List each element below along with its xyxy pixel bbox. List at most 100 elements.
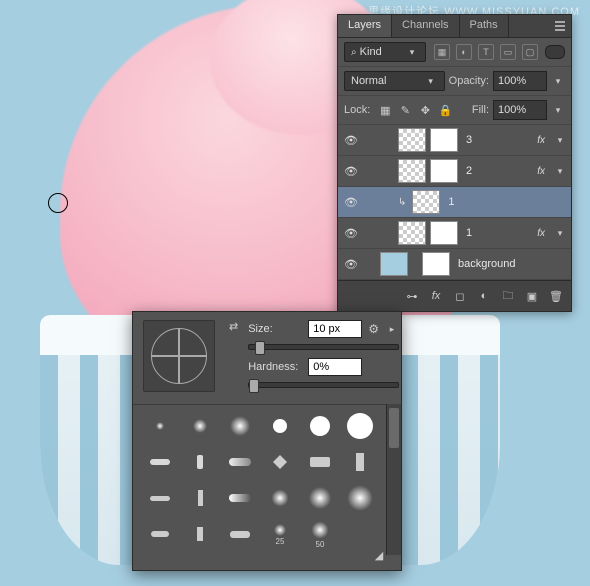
filter-shape-icon[interactable]: ▭	[500, 44, 516, 60]
panel-menu-icon[interactable]	[549, 15, 571, 37]
layer-name-label[interactable]: 1	[466, 227, 472, 239]
blend-mode-dropdown[interactable]: Normal ▾	[344, 71, 445, 91]
size-label: Size:	[248, 323, 302, 335]
brush-preset-size-label: 25	[276, 537, 285, 546]
brush-preset[interactable]	[141, 481, 179, 515]
layer-group-icon[interactable]: 🗀	[501, 289, 515, 303]
brush-preset[interactable]	[301, 409, 339, 443]
layer-row[interactable]: 👁 2 fx ▾	[338, 156, 571, 187]
panel-tabs: Layers Channels Paths	[338, 15, 571, 38]
tab-channels[interactable]: Channels	[392, 15, 459, 37]
brush-preset[interactable]: 50	[301, 517, 339, 551]
lock-position-icon[interactable]: ✥	[418, 103, 432, 117]
brush-preset[interactable]	[141, 445, 179, 479]
fill-input[interactable]: 100%	[493, 100, 547, 120]
layers-panel-footer: ⊶ fx ◻ ◐ 🗀 ▣ 🗑	[338, 280, 571, 311]
layer-name-label[interactable]: 1	[448, 196, 454, 208]
layer-thumbnail[interactable]	[398, 221, 426, 245]
brush-preset[interactable]	[301, 481, 339, 515]
brush-preset[interactable]	[341, 481, 379, 515]
filter-row: ⌕ Kind ▾ ▦ ◐ T ▭ ▢	[338, 38, 571, 67]
filter-type-icon[interactable]: T	[478, 44, 494, 60]
visibility-toggle-icon[interactable]: 👁	[342, 255, 360, 273]
fill-dropdown-icon[interactable]: ▾	[551, 103, 565, 117]
brush-settings-gear-icon[interactable]: ⚙	[368, 322, 379, 336]
brush-preset[interactable]	[141, 409, 179, 443]
layer-name-label[interactable]: background	[458, 258, 516, 270]
visibility-toggle-icon[interactable]: 👁	[342, 131, 360, 149]
new-layer-icon[interactable]: ▣	[525, 289, 539, 303]
fx-expand-icon[interactable]: ▾	[553, 226, 567, 240]
brush-preset[interactable]	[221, 445, 259, 479]
brush-preset[interactable]	[301, 445, 339, 479]
layer-fx-badge[interactable]: fx	[537, 166, 545, 177]
brush-preset[interactable]	[261, 409, 299, 443]
layer-row[interactable]: 👁 ↳ 1	[338, 187, 571, 218]
fx-expand-icon[interactable]: ▾	[553, 164, 567, 178]
brush-preset[interactable]	[341, 445, 379, 479]
hardness-slider[interactable]	[248, 382, 399, 388]
scrollbar-thumb[interactable]	[389, 408, 399, 448]
brush-preset[interactable]	[181, 445, 219, 479]
opacity-dropdown-icon[interactable]: ▾	[551, 74, 565, 88]
visibility-toggle-icon[interactable]: 👁	[342, 224, 360, 242]
filter-adjust-icon[interactable]: ◐	[456, 44, 472, 60]
layer-name-label[interactable]: 3	[466, 134, 472, 146]
layer-mask-thumbnail[interactable]	[422, 252, 450, 276]
layer-thumbnail[interactable]	[380, 252, 408, 276]
brush-preset[interactable]	[261, 445, 299, 479]
lock-transparent-icon[interactable]: ▦	[378, 103, 392, 117]
layers-panel: Layers Channels Paths ⌕ Kind ▾ ▦ ◐ T ▭ ▢…	[337, 14, 572, 312]
filter-smart-icon[interactable]: ▢	[522, 44, 538, 60]
brush-preset[interactable]	[261, 481, 299, 515]
layer-fx-badge[interactable]: fx	[537, 135, 545, 146]
size-input[interactable]	[308, 320, 362, 338]
lock-pixels-icon[interactable]: ✎	[398, 103, 412, 117]
layer-mask-thumbnail[interactable]	[430, 159, 458, 183]
layer-thumbnail[interactable]	[398, 128, 426, 152]
brush-preset[interactable]	[141, 517, 179, 551]
brush-preset[interactable]	[181, 517, 219, 551]
brush-preset[interactable]	[181, 409, 219, 443]
brush-preset[interactable]	[221, 517, 259, 551]
resize-handle-icon[interactable]: ◢	[365, 546, 393, 564]
adjustment-layer-icon[interactable]: ◐	[477, 289, 491, 303]
layer-thumbnail[interactable]	[398, 159, 426, 183]
filter-pixel-icon[interactable]: ▦	[434, 44, 450, 60]
brush-preset[interactable]	[341, 409, 379, 443]
layer-mask-thumbnail[interactable]	[430, 128, 458, 152]
kind-filter-dropdown[interactable]: ⌕ Kind ▾	[344, 42, 426, 62]
brush-preset[interactable]: 25	[261, 517, 299, 551]
brush-preset[interactable]	[181, 481, 219, 515]
tab-paths[interactable]: Paths	[460, 15, 509, 37]
lock-all-icon[interactable]: 🔒	[438, 103, 452, 117]
layer-name-label[interactable]: 2	[466, 165, 472, 177]
hardness-input[interactable]	[308, 358, 362, 376]
brush-preset[interactable]	[221, 481, 259, 515]
layer-row[interactable]: 👁 3 fx ▾	[338, 125, 571, 156]
flip-brush-icon[interactable]: ⇄	[229, 320, 238, 332]
brush-preset[interactable]	[221, 409, 259, 443]
filter-toggle-switch[interactable]	[545, 45, 565, 59]
layer-thumbnail[interactable]	[412, 190, 440, 214]
layer-style-icon[interactable]: fx	[429, 289, 443, 303]
layer-row[interactable]: 👁 background	[338, 249, 571, 280]
size-slider[interactable]	[248, 344, 399, 350]
brush-tip-preview[interactable]	[143, 320, 215, 392]
visibility-toggle-icon[interactable]: 👁	[342, 162, 360, 180]
link-layers-icon[interactable]: ⊶	[405, 289, 419, 303]
layer-mask-thumbnail[interactable]	[430, 221, 458, 245]
layer-fx-badge[interactable]: fx	[537, 228, 545, 239]
brush-presets-grid: 25 50	[133, 404, 401, 555]
layer-row[interactable]: 👁 1 fx ▾	[338, 218, 571, 249]
opacity-input[interactable]: 100%	[493, 71, 547, 91]
visibility-toggle-icon[interactable]: 👁	[342, 193, 360, 211]
clipping-mask-icon: ↳	[398, 197, 406, 208]
brush-preset-panel: ⇄ Size: ⚙ ▸ Hardness:	[132, 311, 402, 571]
delete-layer-icon[interactable]: 🗑	[549, 289, 563, 303]
tab-layers[interactable]: Layers	[338, 15, 392, 37]
layer-mask-icon[interactable]: ◻	[453, 289, 467, 303]
fx-expand-icon[interactable]: ▾	[553, 133, 567, 147]
brush-grid-scrollbar[interactable]	[386, 404, 401, 555]
brush-menu-icon[interactable]: ▸	[385, 322, 399, 336]
